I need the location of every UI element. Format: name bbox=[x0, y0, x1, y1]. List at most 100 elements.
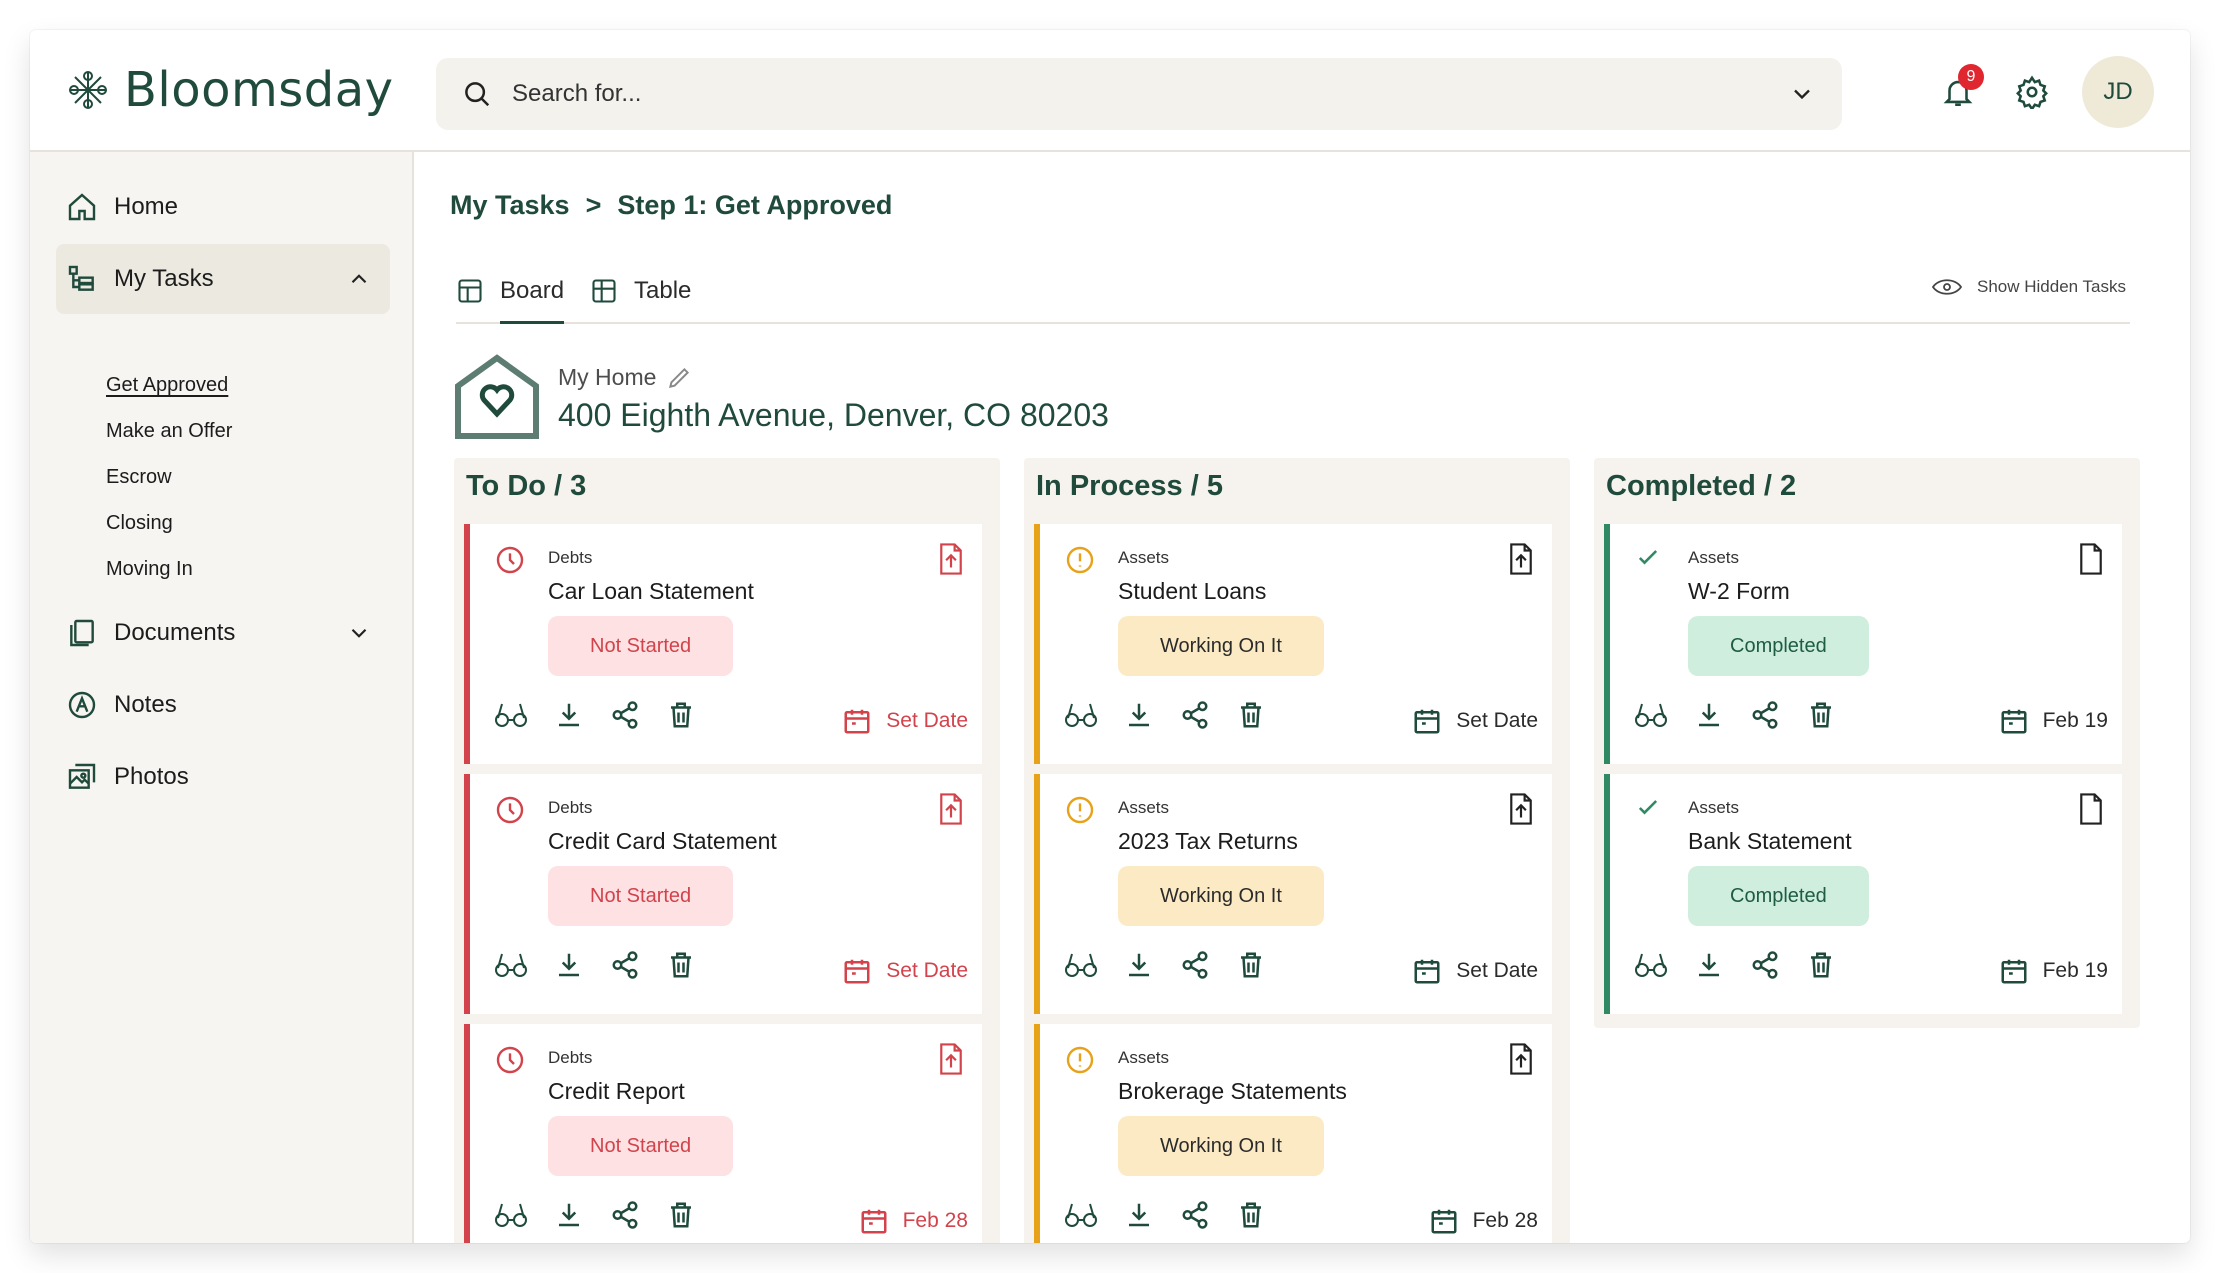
sidebar-subitem-escrow[interactable]: Escrow bbox=[106, 466, 172, 489]
download-icon[interactable] bbox=[554, 1200, 584, 1230]
trash-icon[interactable] bbox=[1806, 700, 1836, 730]
status-badge[interactable]: Not Started bbox=[548, 866, 734, 926]
task-title[interactable]: 2023 Tax Returns bbox=[1118, 828, 1298, 855]
status-badge[interactable]: Not Started bbox=[548, 1116, 734, 1176]
file-icon[interactable] bbox=[2076, 792, 2106, 826]
view-glasses-icon[interactable] bbox=[1064, 950, 1098, 980]
task-card[interactable]: Debts Credit Report Not Started Feb 28 bbox=[464, 1024, 982, 1243]
share-icon[interactable] bbox=[1180, 950, 1210, 980]
sidebar-subitem-get-approved[interactable]: Get Approved bbox=[106, 374, 228, 397]
file-icon[interactable] bbox=[2076, 542, 2106, 576]
share-icon[interactable] bbox=[610, 950, 640, 980]
task-title[interactable]: Car Loan Statement bbox=[548, 578, 754, 605]
task-card[interactable]: Debts Car Loan Statement Not Started Set Da… bbox=[464, 524, 982, 764]
status-badge[interactable]: Completed bbox=[1688, 866, 1869, 926]
trash-icon[interactable] bbox=[1236, 950, 1266, 980]
view-glasses-icon[interactable] bbox=[1634, 950, 1668, 980]
download-icon[interactable] bbox=[1694, 950, 1724, 980]
file-upload-icon[interactable] bbox=[936, 792, 966, 826]
share-icon[interactable] bbox=[1750, 700, 1780, 730]
share-icon[interactable] bbox=[610, 700, 640, 730]
task-card[interactable]: Debts Credit Card Statement Not Started Set… bbox=[464, 774, 982, 1014]
due-date-button[interactable]: Set Date bbox=[1412, 956, 1538, 986]
share-icon[interactable] bbox=[1180, 700, 1210, 730]
due-date-button[interactable]: Set Date bbox=[842, 706, 968, 736]
sidebar-item-my-tasks[interactable]: My Tasks bbox=[56, 244, 390, 314]
share-icon[interactable] bbox=[610, 1200, 640, 1230]
view-glasses-icon[interactable] bbox=[494, 950, 528, 980]
breadcrumb-root[interactable]: My Tasks bbox=[450, 190, 570, 221]
file-upload-icon[interactable] bbox=[936, 1042, 966, 1076]
trash-icon[interactable] bbox=[1236, 700, 1266, 730]
trash-icon[interactable] bbox=[1806, 950, 1836, 980]
view-glasses-icon[interactable] bbox=[1634, 700, 1668, 730]
status-badge[interactable]: Working On It bbox=[1118, 866, 1324, 926]
status-badge[interactable]: Not Started bbox=[548, 616, 734, 676]
due-date-button[interactable]: Feb 19 bbox=[1999, 956, 2108, 986]
file-upload-icon[interactable] bbox=[1506, 542, 1536, 576]
task-title[interactable]: Student Loans bbox=[1118, 578, 1266, 605]
task-card[interactable]: Assets Brokerage Statements Working On It F… bbox=[1034, 1024, 1552, 1243]
calendar-icon bbox=[1412, 956, 1442, 986]
gear-icon bbox=[2015, 75, 2049, 109]
view-glasses-icon[interactable] bbox=[494, 700, 528, 730]
task-category: Assets bbox=[1118, 798, 1170, 817]
task-title[interactable]: Credit Card Statement bbox=[548, 828, 777, 855]
task-title[interactable]: W-2 Form bbox=[1688, 578, 1790, 605]
chevron-down-icon[interactable] bbox=[1788, 80, 1816, 108]
tab-table[interactable]: Table bbox=[590, 262, 691, 320]
view-glasses-icon[interactable] bbox=[1064, 1200, 1098, 1230]
download-icon[interactable] bbox=[554, 950, 584, 980]
trash-icon[interactable] bbox=[666, 1200, 696, 1230]
task-card[interactable]: Assets Student Loans Working On It Set Date bbox=[1034, 524, 1552, 764]
share-icon[interactable] bbox=[1750, 950, 1780, 980]
sidebar-subitem-closing[interactable]: Closing bbox=[106, 512, 173, 535]
due-date-button[interactable]: Set Date bbox=[842, 956, 968, 986]
download-icon[interactable] bbox=[1124, 700, 1154, 730]
trash-icon[interactable] bbox=[666, 700, 696, 730]
trash-icon[interactable] bbox=[1236, 1200, 1266, 1230]
status-badge[interactable]: Working On It bbox=[1118, 1116, 1324, 1176]
settings-button[interactable] bbox=[2008, 68, 2056, 116]
sidebar-subitem-moving-in[interactable]: Moving In bbox=[106, 558, 193, 581]
share-icon[interactable] bbox=[1180, 1200, 1210, 1230]
download-icon[interactable] bbox=[554, 700, 584, 730]
status-badge[interactable]: Working On It bbox=[1118, 616, 1324, 676]
status-badge[interactable]: Completed bbox=[1688, 616, 1869, 676]
chevron-up-icon[interactable] bbox=[346, 266, 372, 292]
search-bar[interactable] bbox=[436, 58, 1842, 130]
task-title[interactable]: Bank Statement bbox=[1688, 828, 1852, 855]
due-date-button[interactable]: Feb 19 bbox=[1999, 706, 2108, 736]
sidebar-item-documents[interactable]: Documents bbox=[56, 598, 390, 668]
download-icon[interactable] bbox=[1124, 1200, 1154, 1230]
sidebar-item-photos[interactable]: Photos bbox=[56, 742, 390, 812]
sidebar-subitem-make-an-offer[interactable]: Make an Offer bbox=[106, 420, 232, 443]
tab-board[interactable]: Board bbox=[456, 262, 565, 324]
chevron-down-icon[interactable] bbox=[346, 620, 372, 646]
file-upload-icon[interactable] bbox=[1506, 792, 1536, 826]
trash-icon[interactable] bbox=[666, 950, 696, 980]
view-glasses-icon[interactable] bbox=[1064, 700, 1098, 730]
file-upload-icon[interactable] bbox=[1506, 1042, 1536, 1076]
task-card[interactable]: Assets Bank Statement Completed Feb 19 bbox=[1604, 774, 2122, 1014]
edit-pencil-icon[interactable] bbox=[666, 365, 692, 391]
sidebar-item-notes[interactable]: Notes bbox=[56, 670, 390, 740]
due-date-button[interactable]: Feb 28 bbox=[859, 1206, 968, 1236]
download-icon[interactable] bbox=[1124, 950, 1154, 980]
task-title[interactable]: Credit Report bbox=[548, 1078, 685, 1105]
sidebar-item-home[interactable]: Home bbox=[56, 172, 390, 242]
search-input[interactable] bbox=[510, 79, 1770, 109]
brand-logo[interactable]: Bloomsday bbox=[64, 62, 394, 118]
task-card[interactable]: Assets W-2 Form Completed Feb 19 bbox=[1604, 524, 2122, 764]
download-icon[interactable] bbox=[1694, 700, 1724, 730]
task-card[interactable]: Assets 2023 Tax Returns Working On It Set D… bbox=[1034, 774, 1552, 1014]
notifications-button[interactable]: 9 bbox=[1934, 64, 1984, 116]
file-upload-icon[interactable] bbox=[936, 542, 966, 576]
task-title[interactable]: Brokerage Statements bbox=[1118, 1078, 1347, 1105]
notification-count-badge: 9 bbox=[1958, 64, 1984, 90]
user-avatar[interactable]: JD bbox=[2082, 56, 2154, 128]
due-date-button[interactable]: Set Date bbox=[1412, 706, 1538, 736]
show-hidden-tasks-toggle[interactable]: Show Hidden Tasks bbox=[1931, 276, 2126, 298]
view-glasses-icon[interactable] bbox=[494, 1200, 528, 1230]
due-date-button[interactable]: Feb 28 bbox=[1429, 1206, 1538, 1236]
